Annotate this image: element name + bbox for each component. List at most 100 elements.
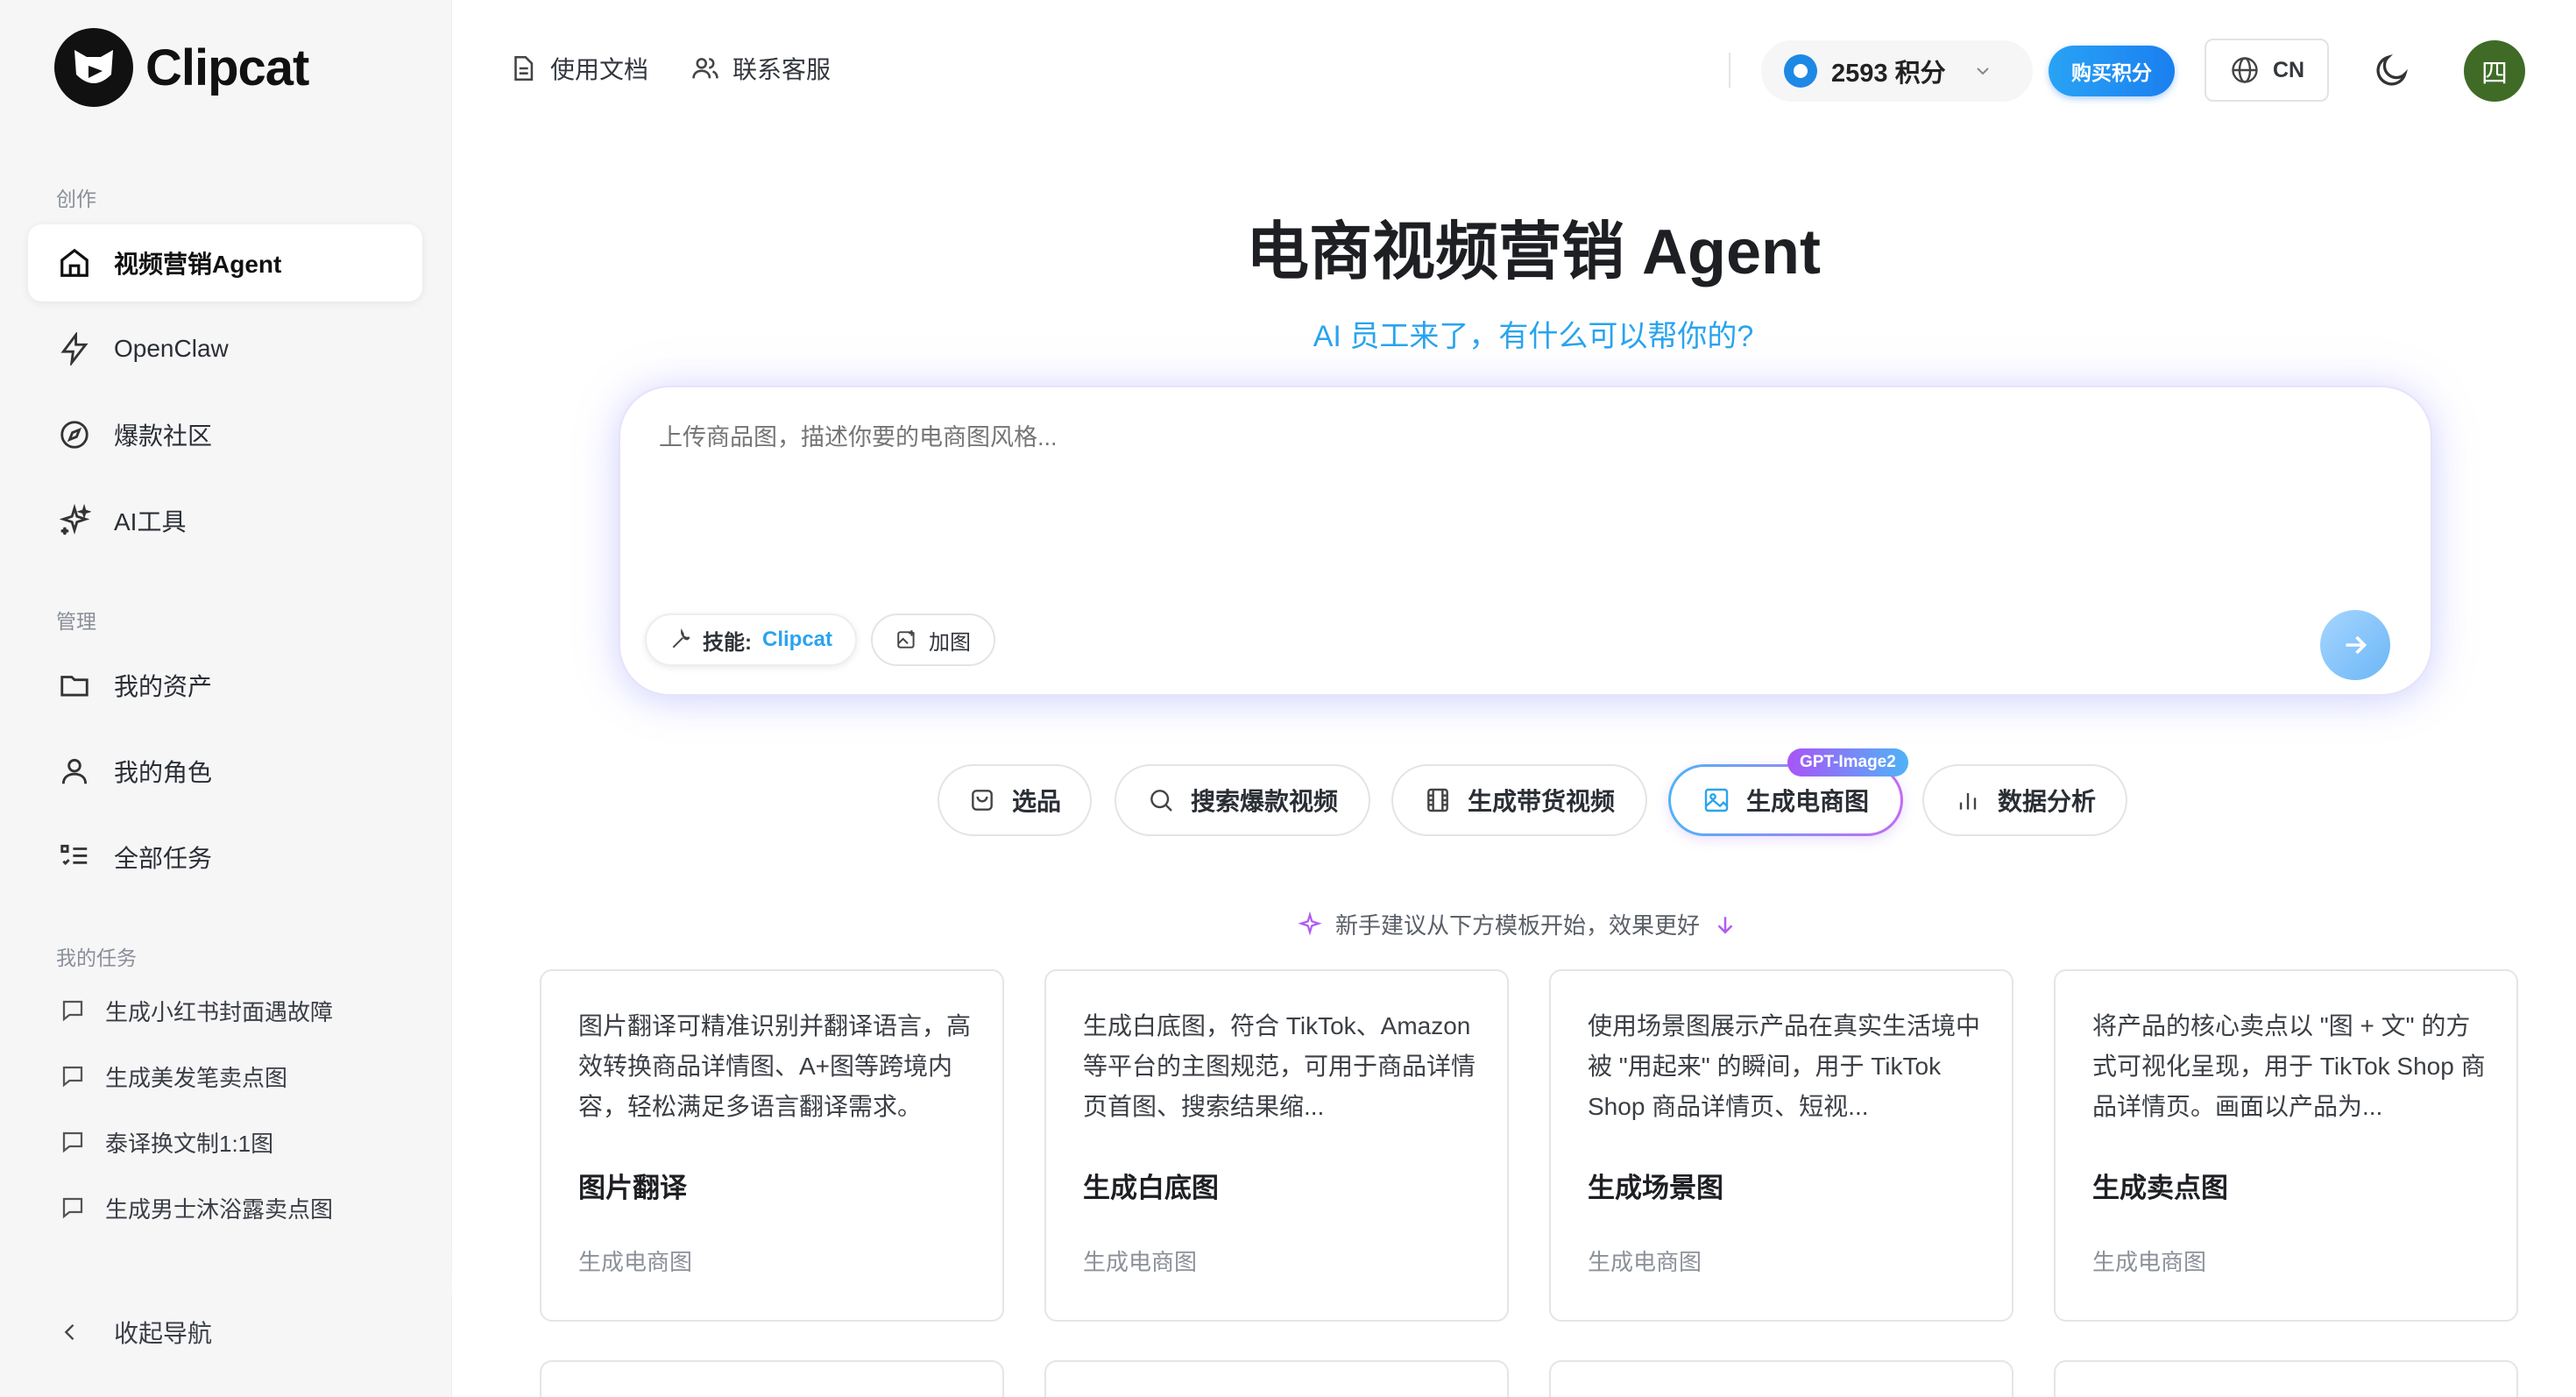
- tab-search-hot-videos[interactable]: 搜索爆款视频: [1115, 764, 1370, 836]
- support-label: 联系客服: [732, 56, 832, 83]
- card-tag: 生成电商图: [2092, 1249, 2207, 1275]
- bag-icon: [972, 790, 993, 811]
- sidebar-item-label: 我的资产: [114, 673, 213, 700]
- gpt-image2-badge: GPT-Image2: [1787, 748, 1908, 777]
- sparkles-icon: [1298, 911, 1322, 936]
- sidebar-item-label: 爆款社区: [114, 422, 213, 450]
- skill-chip[interactable]: 技能: Clipcat: [645, 613, 858, 666]
- template-card-partial[interactable]: [1044, 1360, 1509, 1397]
- brand-logo[interactable]: Clipcat: [54, 28, 309, 107]
- prompt-box: 技能: Clipcat 加图: [620, 387, 2431, 694]
- sidebar-item-openclaw[interactable]: OpenClaw: [28, 310, 422, 387]
- template-hint-text: 新手建议从下方模板开始，效果更好: [1335, 912, 1701, 939]
- card-tag: 生成电商图: [1083, 1249, 1198, 1275]
- language-code: CN: [2272, 57, 2305, 82]
- chevron-down-icon: [1976, 67, 1989, 75]
- search-icon: [1150, 790, 1172, 812]
- sidebar-item-label: OpenClaw: [114, 335, 229, 362]
- tab-product-select[interactable]: 选品: [938, 764, 1092, 836]
- bar-chart-icon: [1959, 793, 1977, 810]
- card-title: 生成卖点图: [2092, 1173, 2228, 1203]
- tab-generate-video[interactable]: 生成带货视频: [1391, 764, 1647, 836]
- template-card-white-background[interactable]: 生成白底图，符合 TikTok、Amazon等平台的主图规范，可用于商品详情页首…: [1044, 969, 1509, 1322]
- template-card-image-translate[interactable]: 图片翻译可精准识别并翻译语言，高效转换商品详情图、A+图等跨境内容，轻松满足多语…: [540, 969, 1004, 1322]
- card-description: 图片翻译可精准识别并翻译语言，高效转换商品详情图、A+图等跨境内容，轻松满足多语…: [578, 1012, 972, 1120]
- page-subtitle: AI 员工来了，有什么可以帮你的?: [1313, 320, 1754, 353]
- template-card-partial[interactable]: [2054, 1360, 2518, 1397]
- card-title: 生成场景图: [1588, 1173, 1723, 1203]
- compass-icon: [60, 421, 88, 449]
- template-card-partial[interactable]: [540, 1360, 1004, 1397]
- support-link[interactable]: 联系客服: [690, 51, 831, 86]
- page-title: 电商视频营销 Agent: [1246, 217, 1821, 287]
- points-dropdown[interactable]: 2593 积分: [1761, 40, 2033, 102]
- user-icon: [61, 758, 88, 784]
- document-icon: [514, 55, 534, 82]
- language-selector[interactable]: CN: [2204, 39, 2329, 102]
- avatar[interactable]: 四: [2464, 40, 2525, 102]
- pill-label: 搜索爆款视频: [1190, 788, 1338, 815]
- bolt-icon: [60, 332, 88, 365]
- section-label-tasks: 我的任务: [56, 947, 137, 969]
- task-item-label: 生成小红书封面遇故障: [105, 998, 334, 1025]
- sidebar-item-ai-tools[interactable]: AI工具: [28, 482, 422, 559]
- docs-link[interactable]: 使用文档: [508, 51, 648, 86]
- collapse-nav-button[interactable]: 收起导航: [58, 1315, 212, 1350]
- card-title: 生成白底图: [1083, 1173, 1219, 1203]
- task-list-icon: [60, 844, 88, 866]
- task-list-fade: [0, 1245, 452, 1297]
- skill-value: Clipcat: [762, 628, 833, 651]
- template-hint: 新手建议从下方模板开始，效果更好: [1297, 908, 1738, 940]
- chat-bubble-icon: [62, 1066, 83, 1088]
- card-title: 图片翻译: [578, 1173, 687, 1203]
- brand-name: Clipcat: [145, 39, 309, 96]
- home-icon: [60, 248, 88, 277]
- section-label-create: 创作: [56, 188, 96, 210]
- add-image-label: 加图: [929, 630, 971, 655]
- skill-label: 技能:: [703, 630, 752, 655]
- task-item[interactable]: 生成男士沐浴露卖点图: [60, 1186, 333, 1230]
- sidebar-item-community[interactable]: 爆款社区: [28, 396, 422, 473]
- moon-icon[interactable]: [2373, 51, 2411, 89]
- sidebar-item-video-agent[interactable]: 视频营销Agent: [28, 224, 422, 301]
- section-label-manage: 管理: [56, 610, 96, 633]
- card-description: 使用场景图展示产品在真实生活境中被 "用起来" 的瞬间，用于 TikTok Sh…: [1588, 1012, 1981, 1120]
- topbar-divider: [1729, 53, 1730, 88]
- collapse-nav-label: 收起导航: [114, 1320, 213, 1347]
- points-coin-icon: [1784, 54, 1817, 88]
- template-card-scene-image[interactable]: 使用场景图展示产品在真实生活境中被 "用起来" 的瞬间，用于 TikTok Sh…: [1549, 969, 2013, 1322]
- chevron-left-icon: [64, 1324, 74, 1340]
- sidebar-item-label: 视频营销Agent: [114, 251, 282, 278]
- task-item-label: 生成男士沐浴露卖点图: [105, 1195, 334, 1223]
- task-item[interactable]: 泰译换文制1:1图: [60, 1120, 273, 1164]
- template-card-partial[interactable]: [1549, 1360, 2013, 1397]
- chat-bubble-icon: [62, 1197, 83, 1219]
- tab-data-analysis[interactable]: 数据分析: [1922, 764, 2127, 836]
- sidebar-item-roles[interactable]: 我的角色: [28, 733, 422, 810]
- sidebar-item-assets[interactable]: 我的资产: [28, 647, 422, 724]
- card-tag: 生成电商图: [1588, 1249, 1702, 1275]
- users-icon: [692, 58, 718, 79]
- template-card-selling-point[interactable]: 将产品的核心卖点以 "图 + 文" 的方式可视化呈现，用于 TikTok Sho…: [2054, 969, 2518, 1322]
- cat-logo-icon: [54, 28, 133, 107]
- task-item[interactable]: 生成美发笔卖点图: [60, 1054, 287, 1098]
- pill-label: 生成电商图: [1745, 788, 1869, 815]
- buy-points-button[interactable]: 购买积分: [2049, 46, 2175, 96]
- globe-icon: [2232, 57, 2258, 83]
- chat-bubble-icon: [62, 1131, 83, 1153]
- docs-label: 使用文档: [550, 56, 649, 83]
- film-icon: [1427, 788, 1448, 812]
- add-image-button[interactable]: 加图: [871, 613, 995, 666]
- prompt-input[interactable]: [659, 424, 2236, 451]
- card-description: 生成白底图，符合 TikTok、Amazon等平台的主图规范，可用于商品详情页首…: [1083, 1012, 1476, 1120]
- task-item-label: 泰译换文制1:1图: [105, 1130, 274, 1157]
- task-item[interactable]: 生成小红书封面遇故障: [60, 989, 333, 1032]
- arrow-right-icon: [2346, 635, 2367, 655]
- task-item-label: 生成美发笔卖点图: [105, 1064, 288, 1091]
- send-button[interactable]: [2320, 610, 2390, 680]
- chat-bubble-icon: [62, 1000, 83, 1022]
- sidebar-item-all-tasks[interactable]: 全部任务: [28, 819, 422, 896]
- sparkles-icon: [59, 504, 91, 535]
- arrow-down-icon: [1717, 916, 1733, 934]
- pill-label: 数据分析: [1997, 788, 2096, 815]
